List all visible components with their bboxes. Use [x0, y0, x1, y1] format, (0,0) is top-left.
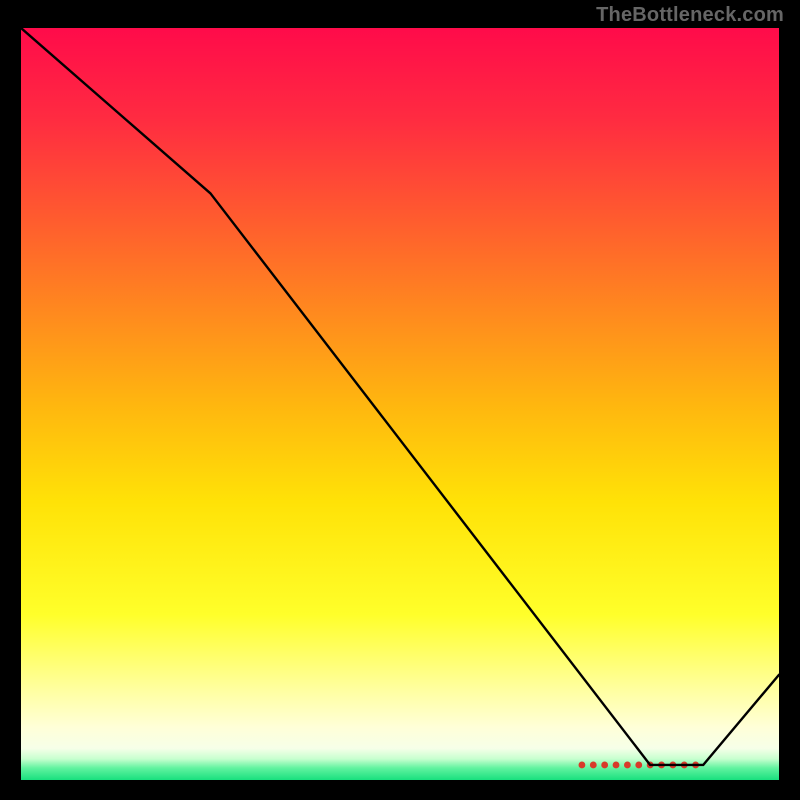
plot-area: [21, 28, 779, 780]
marker-point: [624, 762, 631, 769]
chart-frame: TheBottleneck.com: [0, 0, 800, 800]
marker-point: [635, 762, 642, 769]
watermark-text: TheBottleneck.com: [596, 4, 784, 27]
marker-point: [613, 762, 620, 769]
marker-point: [601, 762, 608, 769]
chart-background: [21, 28, 779, 780]
marker-point: [579, 762, 586, 769]
marker-point: [590, 762, 597, 769]
chart-svg: [21, 28, 779, 780]
